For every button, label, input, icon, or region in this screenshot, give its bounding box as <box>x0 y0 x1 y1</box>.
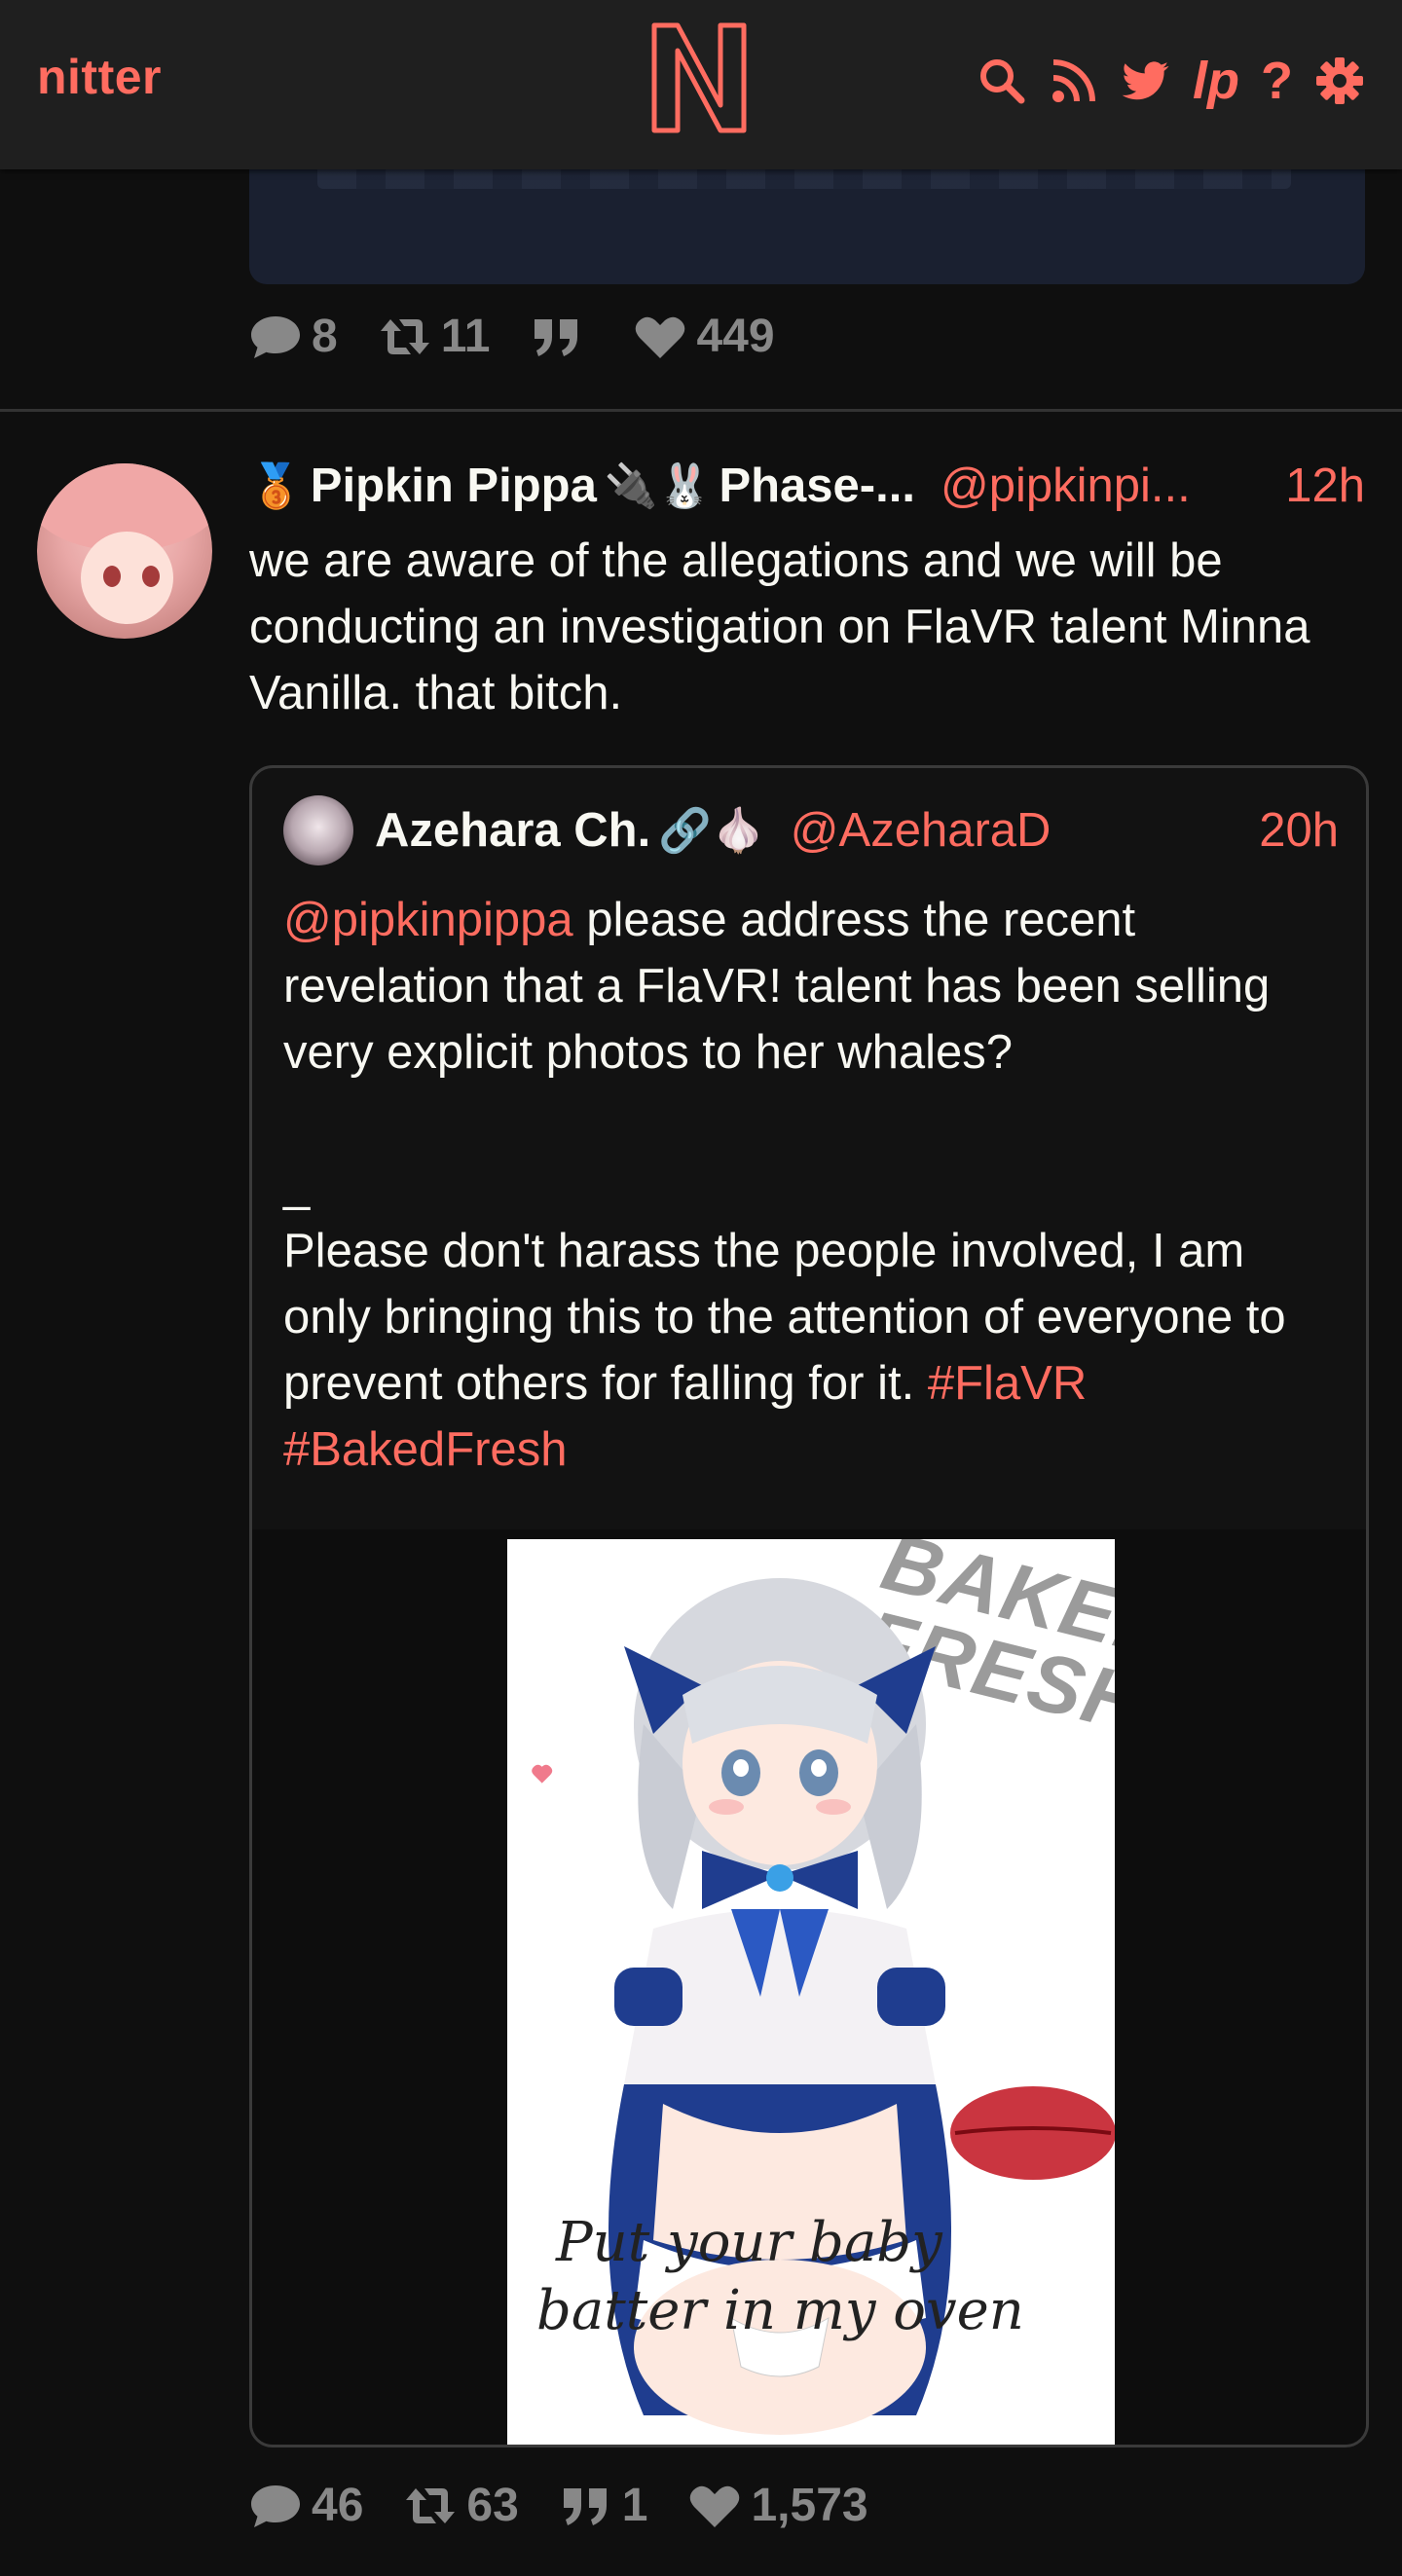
nitter-brand-link[interactable]: nitter <box>37 49 162 105</box>
quote-icon <box>563 2487 607 2525</box>
retweet-icon <box>406 2487 456 2523</box>
quote-fullname[interactable]: Azehara Ch. 🔗🧄 <box>375 803 773 858</box>
retweet-icon <box>380 318 429 354</box>
like-stat[interactable]: 449 <box>634 310 775 363</box>
tweet-stats: 46 63 1 1,573 <box>249 2479 909 2532</box>
image-caption-line-1: Put your baby <box>556 2211 942 2274</box>
tweet-timestamp[interactable]: 12h <box>1285 459 1365 513</box>
quote-stat[interactable] <box>531 313 593 360</box>
comment-icon <box>251 315 300 358</box>
image-caption-line-2: batter in my oven <box>536 2279 1024 2342</box>
top-navbar: nitter lp ? <box>0 0 1402 169</box>
retweet-stat[interactable]: 11 <box>379 310 491 363</box>
search-icon[interactable] <box>977 55 1027 106</box>
quote-text: @pipkinpippa please address the recent r… <box>283 887 1345 1483</box>
retweet-count: 11 <box>440 311 491 362</box>
tweet-fullname[interactable]: 🥉 Pipkin Pippa 🔌🐰 Phase-... <box>249 459 915 513</box>
twitter-icon[interactable] <box>1121 55 1171 106</box>
tweet-header: 🥉 Pipkin Pippa 🔌🐰 Phase-... @pipkinpi...… <box>249 456 1365 516</box>
attached-image[interactable]: BAKED FRESH Put your baby batter in my o… <box>507 1539 1115 2445</box>
link-garlic-emoji: 🔗🧄 <box>658 807 765 855</box>
avatar[interactable] <box>37 463 212 639</box>
quoted-tweet[interactable]: Azehara Ch. 🔗🧄 @AzeharaD 20h @pipkinpipp… <box>249 765 1369 2447</box>
heart-icon <box>690 2485 740 2527</box>
previous-tweet-stats: 8 11 449 <box>249 310 816 363</box>
like-count: 1,573 <box>751 2480 868 2531</box>
tweet-text: we are aware of the allegations and we w… <box>249 534 1310 719</box>
medal-emoji: 🥉 <box>249 462 303 510</box>
tweet-fullname-text: Pipkin Pippa <box>310 460 597 512</box>
lp-icon[interactable]: lp <box>1193 52 1239 110</box>
retweet-stat[interactable]: 63 <box>404 2479 519 2532</box>
quote-count: 1 <box>621 2480 648 2531</box>
quote-handle[interactable]: @AzeharaD <box>791 803 1052 858</box>
heart-icon <box>636 316 685 358</box>
mention-link[interactable]: @pipkinpippa <box>283 894 573 946</box>
quote-header: Azehara Ch. 🔗🧄 @AzeharaD 20h <box>283 795 1339 865</box>
tweet-handle[interactable]: @pipkinpi... <box>941 459 1191 513</box>
timeline-divider <box>0 409 1402 412</box>
reply-count: 8 <box>312 311 338 362</box>
quote-stat[interactable]: 1 <box>560 2479 648 2532</box>
quote-fullname-text: Azehara Ch. <box>375 804 651 857</box>
rss-icon[interactable] <box>1049 55 1099 106</box>
like-stat[interactable]: 1,573 <box>688 2479 868 2532</box>
quote-media: BAKED FRESH Put your baby batter in my o… <box>252 1529 1366 2445</box>
quote-icon <box>535 318 578 356</box>
nav-icons: lp ? <box>977 47 1365 115</box>
reply-stat[interactable]: 46 <box>249 2479 363 2532</box>
help-icon[interactable]: ? <box>1261 52 1293 110</box>
plug-bunny-emoji: 🔌🐰 <box>604 462 712 510</box>
nitter-logo-icon[interactable] <box>648 19 750 136</box>
reply-count: 46 <box>312 2480 364 2531</box>
retweet-count: 63 <box>466 2480 519 2531</box>
hashtag-flavr[interactable]: #FlaVR <box>928 1357 1087 1410</box>
comment-icon <box>251 2484 300 2527</box>
like-count: 449 <box>696 311 775 362</box>
quote-timestamp[interactable]: 20h <box>1259 803 1339 858</box>
quote-text-body-2: _ Please don't harass the people involve… <box>283 1159 1286 1410</box>
tweet-fullname-suffix: Phase-... <box>719 460 915 512</box>
settings-icon[interactable] <box>1314 55 1365 106</box>
reply-stat[interactable]: 8 <box>249 310 338 363</box>
quote-avatar[interactable] <box>283 795 353 865</box>
hashtag-bakedfresh[interactable]: #BakedFresh <box>283 1423 567 1476</box>
